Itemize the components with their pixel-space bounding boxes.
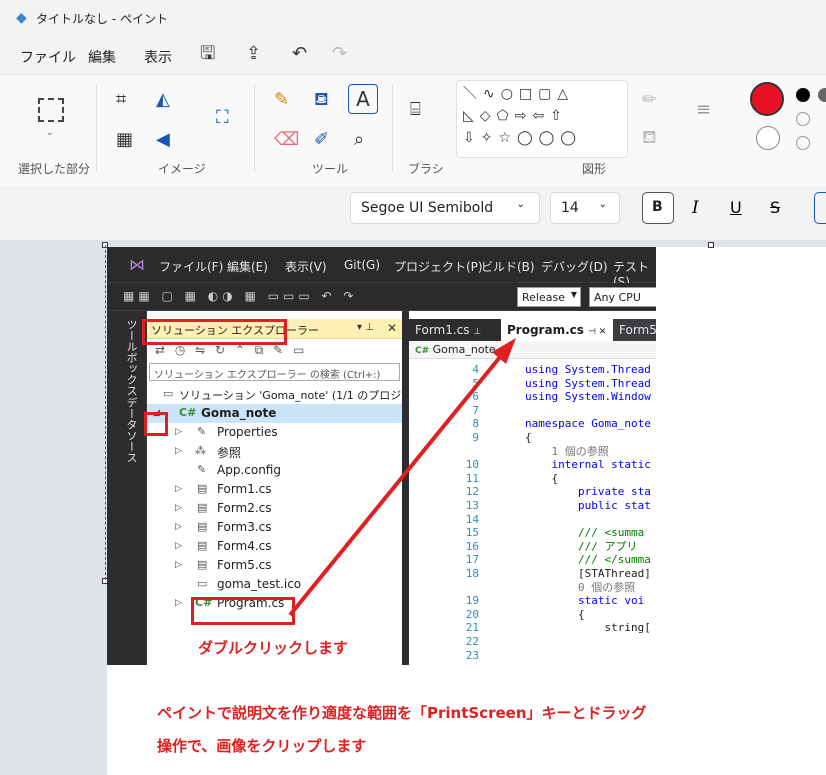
annotation-arrow	[288, 338, 516, 617]
caption-line-2: 操作で、画像をクリップします	[157, 737, 367, 755]
caption-line-1: ペイントで説明文を作り適度な範囲を「PrintScreen」キーとドラッグ	[157, 704, 647, 722]
double-click-caption: ダブルクリックします	[198, 639, 349, 657]
